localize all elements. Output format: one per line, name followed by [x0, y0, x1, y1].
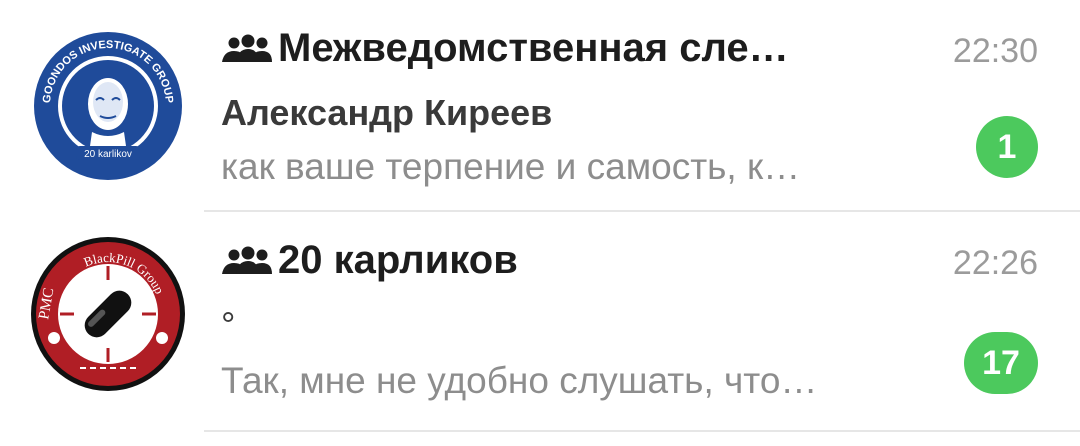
blackpill-logo-icon: BlackPill Group PMC — [31, 237, 185, 391]
chat-row[interactable]: BlackPill Group PMC 20 карликов 22:26 ° … — [0, 212, 1080, 432]
group-avatar: BlackPill Group PMC — [30, 236, 186, 392]
goondos-logo-icon: GOONDOS INVESTIGATE GROUP 20 karlikov — [31, 29, 185, 183]
chat-title-line: Межведомственная сле… — [220, 26, 789, 71]
group-icon — [222, 246, 272, 274]
last-message-preview: как ваше терпение и самость, к… — [221, 146, 801, 187]
unread-badge: 1 — [976, 116, 1038, 178]
chat-title-line: 20 карликов — [220, 238, 518, 283]
chat-time: 22:30 — [952, 32, 1038, 70]
svg-text:20 karlikov: 20 karlikov — [84, 149, 132, 160]
unread-badge: 17 — [964, 332, 1038, 394]
last-message-sender: Александр Киреев — [221, 92, 553, 133]
divider — [204, 430, 1080, 432]
last-message-sender: ° — [221, 304, 236, 345]
group-avatar: GOONDOS INVESTIGATE GROUP 20 karlikov — [30, 28, 186, 184]
chat-row[interactable]: GOONDOS INVESTIGATE GROUP 20 karlikov Ме… — [0, 0, 1080, 212]
chat-title: Межведомственная сле… — [278, 26, 789, 70]
chat-title: 20 карликов — [278, 238, 518, 282]
group-icon — [222, 34, 272, 62]
chat-time: 22:26 — [952, 244, 1038, 282]
last-message-preview: Так, мне не удобно слушать, что… — [221, 360, 818, 401]
